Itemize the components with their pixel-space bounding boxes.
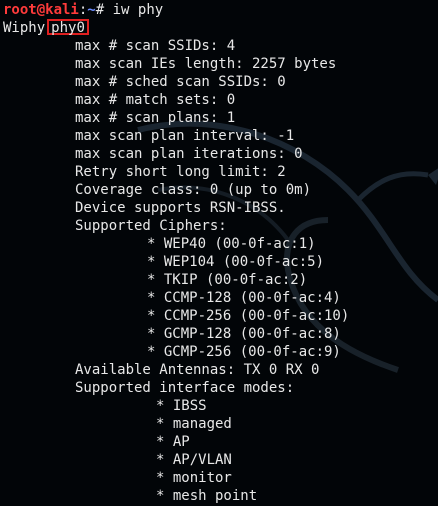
mode-item: * AP [156,434,190,450]
cipher-item: * CCMP-128 (00-0f-ac:4) [147,290,341,306]
antennas-line: Available Antennas: TX 0 RX 0 [75,362,320,378]
mode-item: * AP/VLAN [156,452,232,468]
property-line: Device supports RSN-IBSS. [75,200,286,216]
terminal-output: root@kali:~# iw phy Wiphy phy0 max # scan… [3,1,438,505]
modes-header: Supported interface modes: [75,380,295,396]
cipher-item: * TKIP (00-0f-ac:2) [147,272,308,288]
wiphy-label: Wiphy [3,20,46,36]
cipher-item: * WEP40 (00-0f-ac:1) [147,236,316,252]
property-line: max # sched scan SSIDs: 0 [75,74,286,90]
property-line: max # match sets: 0 [75,92,236,108]
property-line: max scan plan iterations: 0 [75,146,303,162]
mode-item: * monitor [156,470,232,486]
cipher-item: * GCMP-128 (00-0f-ac:8) [147,326,341,342]
mode-item: * mesh point [156,488,258,504]
cipher-item: * GCMP-256 (00-0f-ac:9) [147,344,341,360]
wiphy-name-highlight: phy0 [47,19,89,35]
prompt-path: ~ [87,2,96,18]
property-line: max scan IEs length: 2257 bytes [75,56,337,72]
prompt-symbol: # [95,2,105,18]
ciphers-header: Supported Ciphers: [75,218,227,234]
property-line: max # scan SSIDs: 4 [75,38,236,54]
property-line: max # scan plans: 1 [75,110,236,126]
wiphy-line: Wiphy phy0 [3,19,438,37]
cipher-item: * WEP104 (00-0f-ac:5) [147,254,325,270]
property-line: Coverage class: 0 (up to 0m) [75,182,312,198]
command-prompt-line: root@kali:~# iw phy [3,1,438,19]
mode-item: * managed [156,416,232,432]
mode-item: * IBSS [156,398,207,414]
prompt-user-host: root@kali [3,2,79,18]
property-line: max scan plan interval: -1 [75,128,295,144]
command-text: iw phy [112,2,164,18]
terminal-window[interactable]: root@kali:~# iw phy Wiphy phy0 max # scan… [0,0,438,506]
cipher-item: * CCMP-256 (00-0f-ac:10) [147,308,350,324]
property-line: Retry short long limit: 2 [75,164,286,180]
